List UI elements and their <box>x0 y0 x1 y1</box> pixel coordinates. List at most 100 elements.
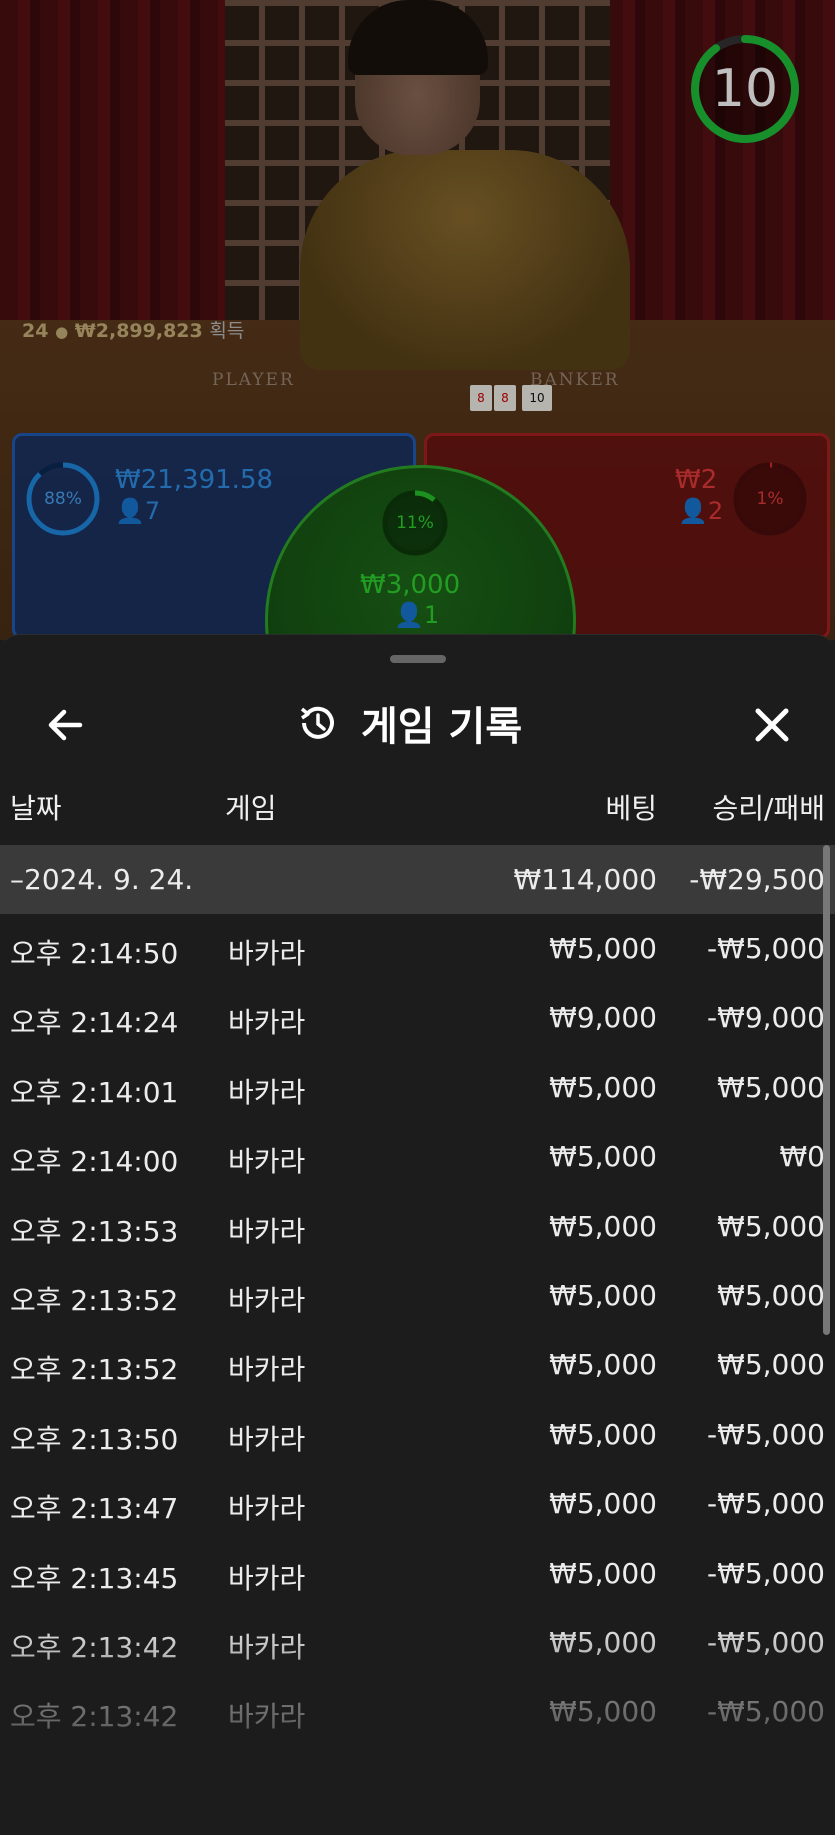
row-time: 오후 2:13:45 <box>10 1561 179 1595</box>
sheet-drag-handle[interactable] <box>390 655 446 663</box>
history-row[interactable]: 오후 2:13:47 바카라 ₩5,000 -₩5,000 <box>0 1469 835 1538</box>
card: 8 <box>494 385 516 411</box>
history-table: –2024. 9. 24. ₩114,000 -₩29,500 오후 2:14:… <box>0 845 835 1747</box>
row-result: -₩5,000 <box>707 1695 825 1729</box>
date-summary-row[interactable]: –2024. 9. 24. ₩114,000 -₩29,500 <box>0 845 835 914</box>
summary-date: –2024. 9. 24. <box>10 863 194 896</box>
curtain-left <box>0 0 240 360</box>
row-bet: ₩5,000 <box>549 1556 657 1590</box>
row-game: 바카라 <box>228 1353 306 1387</box>
tie-percent: 11% <box>396 513 434 533</box>
history-row[interactable]: 오후 2:14:24 바카라 ₩9,000 -₩9,000 <box>0 983 835 1052</box>
row-bet: ₩9,000 <box>549 1001 657 1035</box>
banker-bet-amount: ₩2 <box>675 465 718 495</box>
history-row[interactable]: 오후 2:13:52 바카라 ₩5,000 ₩5,000 <box>0 1261 835 1330</box>
row-game: 바카라 <box>228 1492 306 1526</box>
history-row[interactable]: 오후 2:13:50 바카라 ₩5,000 -₩5,000 <box>0 1400 835 1469</box>
winners-suffix: 획득 <box>209 320 245 342</box>
row-result: ₩5,000 <box>717 1209 825 1243</box>
row-time: 오후 2:13:50 <box>10 1422 179 1456</box>
card: 10 <box>522 385 552 411</box>
row-bet: ₩5,000 <box>549 1625 657 1659</box>
row-time: 오후 2:13:52 <box>10 1283 179 1317</box>
column-header-game: 게임 <box>225 792 277 825</box>
row-game: 바카라 <box>228 1075 306 1109</box>
history-row[interactable]: 오후 2:14:00 바카라 ₩5,000 ₩0 <box>0 1122 835 1191</box>
person-icon: ● <box>55 323 69 341</box>
history-row[interactable]: 오후 2:13:52 바카라 ₩5,000 ₩5,000 <box>0 1330 835 1399</box>
scrollbar[interactable] <box>823 845 830 1335</box>
person-icon: 👤 <box>115 497 145 525</box>
live-video: PLAYER BANKER 8 8 10 24 ● ₩2,899,823 획득 … <box>0 0 835 640</box>
row-game: 바카라 <box>228 1145 306 1179</box>
tie-bet-amount: ₩3,000 <box>360 570 461 600</box>
row-time: 오후 2:13:42 <box>10 1630 179 1664</box>
history-row[interactable]: 오후 2:13:45 바카라 ₩5,000 -₩5,000 <box>0 1539 835 1608</box>
row-game: 바카라 <box>228 1700 306 1734</box>
person-icon: 👤 <box>394 601 424 629</box>
row-result: -₩5,000 <box>707 1556 825 1590</box>
row-result: -₩5,000 <box>707 1417 825 1451</box>
sheet-title-group: 게임 기록 <box>295 691 522 755</box>
row-time: 오후 2:13:53 <box>10 1214 179 1248</box>
row-bet: ₩5,000 <box>549 1695 657 1729</box>
row-bet: ₩5,000 <box>549 1070 657 1104</box>
row-game: 바카라 <box>228 937 306 970</box>
history-icon <box>300 706 334 739</box>
row-time: 오후 2:13:47 <box>10 1492 179 1526</box>
page-title: 게임 기록 <box>361 704 523 750</box>
player-percent: 88% <box>44 489 82 509</box>
player-bet-amount: ₩21,391.58 <box>115 465 274 495</box>
row-bet: ₩5,000 <box>549 1348 657 1382</box>
history-row[interactable]: 오후 2:13:42 바카라 ₩5,000 -₩5,000 <box>0 1677 835 1746</box>
row-result: ₩0 <box>779 1140 826 1174</box>
row-bet: ₩5,000 <box>549 1140 657 1174</box>
card: 8 <box>470 385 492 411</box>
felt-label-player: PLAYER <box>212 370 295 390</box>
column-header-date: 날짜 <box>10 792 62 825</box>
history-row[interactable]: 오후 2:14:50 바카라 ₩5,000 -₩5,000 <box>0 914 835 983</box>
row-bet: ₩5,000 <box>549 1487 657 1521</box>
row-result: -₩5,000 <box>707 1487 825 1521</box>
row-result: -₩9,000 <box>707 1001 825 1035</box>
history-row[interactable]: 오후 2:14:01 바카라 ₩5,000 ₩5,000 <box>0 1053 835 1122</box>
row-game: 바카라 <box>228 1214 306 1248</box>
history-row[interactable]: 오후 2:13:42 바카라 ₩5,000 -₩5,000 <box>0 1608 835 1677</box>
row-result: ₩5,000 <box>717 1070 825 1104</box>
history-row[interactable]: 오후 2:13:53 바카라 ₩5,000 ₩5,000 <box>0 1192 835 1261</box>
sheet-header: 게임 기록 <box>0 677 835 777</box>
row-bet: ₩5,000 <box>549 1417 657 1451</box>
row-result: -₩5,000 <box>707 932 825 965</box>
row-bet: ₩5,000 <box>549 1209 657 1243</box>
banker-bettors: 👤2 <box>678 497 724 525</box>
row-game: 바카라 <box>228 1006 306 1040</box>
countdown-timer: 10 <box>711 59 779 119</box>
row-bet: ₩5,000 <box>549 932 657 965</box>
column-header-result: 승리/패배 <box>712 792 825 825</box>
column-header-bet: 베팅 <box>605 792 657 825</box>
row-time: 오후 2:13:52 <box>10 1353 179 1387</box>
row-time: 오후 2:14:50 <box>10 937 179 970</box>
banker-percent: 1% <box>756 489 784 509</box>
row-result: ₩5,000 <box>717 1278 825 1312</box>
arrow-left-icon[interactable] <box>36 693 100 757</box>
player-bettors: 👤7 <box>115 497 161 525</box>
summary-bet: ₩114,000 <box>513 863 657 896</box>
row-result: -₩5,000 <box>707 1625 825 1659</box>
winners-strip: 24 ● ₩2,899,823 획득 <box>22 316 244 343</box>
row-time: 오후 2:13:42 <box>10 1700 179 1734</box>
game-history-sheet: 게임 기록 날짜 게임 베팅 승리/패배 –2024. 9. 24. ₩114,… <box>0 634 835 1835</box>
tie-bettors: 👤1 <box>394 601 440 629</box>
history-rows: 오후 2:14:50 바카라 ₩5,000 -₩5,000 오후 2:14:24 바카라 ₩… <box>0 914 835 1747</box>
row-result: ₩5,000 <box>717 1348 825 1382</box>
winners-count: 24 <box>22 320 49 342</box>
row-bet: ₩5,000 <box>549 1278 657 1312</box>
close-icon[interactable] <box>740 693 804 757</box>
dealer <box>300 150 630 370</box>
row-game: 바카라 <box>228 1561 306 1595</box>
row-time: 오후 2:14:24 <box>10 1006 179 1040</box>
row-game: 바카라 <box>228 1630 306 1664</box>
row-game: 바카라 <box>228 1422 306 1456</box>
summary-result: -₩29,500 <box>689 863 825 896</box>
person-icon: 👤 <box>678 497 708 525</box>
